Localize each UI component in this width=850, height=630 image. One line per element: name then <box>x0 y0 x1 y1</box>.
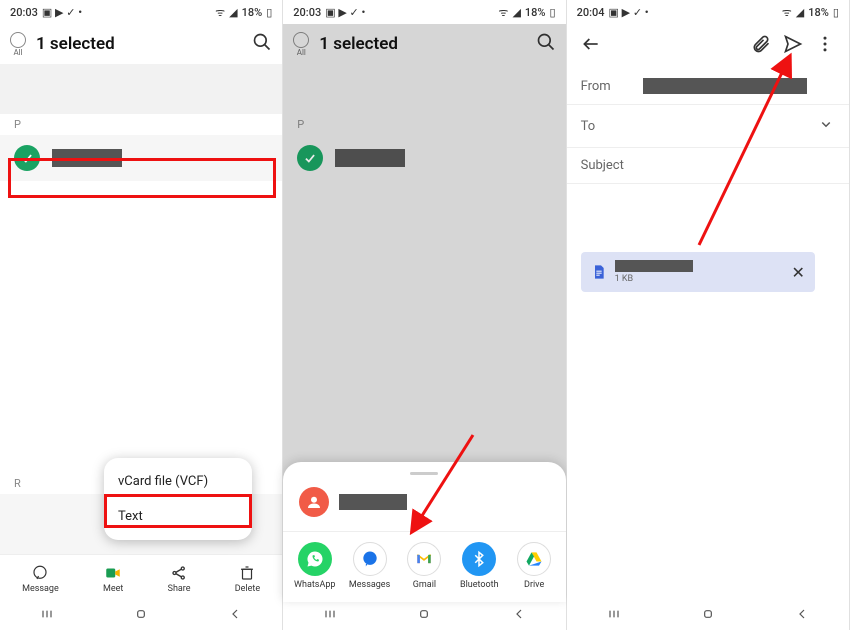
action-meet[interactable]: Meet <box>103 564 123 594</box>
nav-recents[interactable] <box>39 606 55 626</box>
send-icon[interactable] <box>777 28 809 64</box>
system-nav <box>0 602 282 630</box>
search-icon[interactable] <box>252 32 272 56</box>
battery-label: 18% <box>525 6 546 19</box>
compose-body[interactable]: 1 KB ✕ <box>567 184 849 602</box>
status-bar: 20:03 ▣ ▶ ✓ • ᯤ ◢ 18% ▯ <box>283 0 565 24</box>
nav-back[interactable] <box>511 606 527 626</box>
share-sheet: WhatsApp Messages Gmail Bluetooth Drive <box>283 462 565 602</box>
subject-label: Subject <box>581 158 624 173</box>
status-time: 20:04 <box>577 6 605 19</box>
contact-name-redacted <box>52 149 122 167</box>
attachment-size: 1 KB <box>615 274 693 284</box>
screen-gmail-compose: 20:04 ▣ ▶ ✓ • ᯤ ◢ 18% ▯ From To Subject … <box>567 0 850 630</box>
share-format-popup: vCard file (VCF) Text <box>104 458 252 540</box>
system-nav <box>283 602 565 630</box>
compose-toolbar <box>567 24 849 68</box>
share-file-name-redacted <box>339 494 407 510</box>
expand-recipients-icon[interactable] <box>817 115 835 137</box>
to-label: To <box>581 119 631 134</box>
screen-contacts-select: 20:03 ▣ ▶ ✓ • ᯤ ◢ 18% ▯ All 1 selected P… <box>0 0 283 630</box>
bottom-actions: Message Meet Share Delete <box>0 554 282 602</box>
status-icons-left: ▣ ▶ ✓ • <box>325 6 365 19</box>
compose-from-row[interactable]: From <box>567 68 849 105</box>
check-icon <box>297 145 323 171</box>
select-all-button[interactable]: All <box>10 32 26 57</box>
app-header: All 1 selected <box>283 24 565 64</box>
all-label: All <box>13 48 22 57</box>
contact-name-redacted <box>335 149 405 167</box>
battery-label: 18% <box>808 6 829 19</box>
header-spacer <box>0 64 282 114</box>
battery-icon: ▯ <box>833 6 839 19</box>
sheet-handle[interactable] <box>410 472 438 475</box>
all-label: All <box>297 48 306 57</box>
contact-row-selected[interactable] <box>0 135 282 181</box>
compose-subject-row[interactable]: Subject <box>567 148 849 184</box>
attachment-name-redacted <box>615 260 693 272</box>
signal-icon: ◢ <box>229 6 237 19</box>
attachment-card[interactable]: 1 KB ✕ <box>581 252 815 292</box>
nav-recents[interactable] <box>606 606 622 626</box>
wifi-icon: ᯤ <box>498 5 508 20</box>
nav-home[interactable] <box>133 606 149 626</box>
contact-file-icon <box>299 487 329 517</box>
status-time: 20:03 <box>10 6 38 19</box>
status-bar: 20:03 ▣ ▶ ✓ • ᯤ ◢ 18% ▯ <box>0 0 282 24</box>
compose-to-row[interactable]: To <box>567 105 849 148</box>
status-time: 20:03 <box>293 6 321 19</box>
header-spacer <box>283 64 565 114</box>
attachment-meta: 1 KB <box>615 260 693 284</box>
from-label: From <box>581 79 631 94</box>
share-file-header <box>283 483 565 531</box>
wifi-icon: ᯤ <box>782 5 792 20</box>
select-all-button[interactable]: All <box>293 32 309 57</box>
nav-recents[interactable] <box>322 606 338 626</box>
share-app-drive[interactable]: Drive <box>509 542 559 590</box>
wifi-icon: ᯤ <box>215 5 225 20</box>
nav-back[interactable] <box>227 606 243 626</box>
share-app-row: WhatsApp Messages Gmail Bluetooth Drive <box>283 536 565 596</box>
action-share[interactable]: Share <box>168 564 191 594</box>
check-icon <box>14 145 40 171</box>
nav-home[interactable] <box>416 606 432 626</box>
battery-icon: ▯ <box>550 6 556 19</box>
list-area <box>0 181 282 473</box>
battery-icon: ▯ <box>266 6 272 19</box>
selection-count: 1 selected <box>319 34 398 54</box>
signal-icon: ◢ <box>512 6 520 19</box>
popup-item-vcf[interactable]: vCard file (VCF) <box>104 464 252 499</box>
back-icon[interactable] <box>575 28 607 64</box>
share-app-messages[interactable]: Messages <box>345 542 395 590</box>
document-icon <box>591 262 607 282</box>
contact-row-selected[interactable] <box>283 135 565 181</box>
nav-home[interactable] <box>700 606 716 626</box>
status-icons-left: ▣ ▶ ✓ • <box>609 6 649 19</box>
battery-label: 18% <box>242 6 263 19</box>
remove-attachment-icon[interactable]: ✕ <box>791 263 804 282</box>
signal-icon: ◢ <box>796 6 804 19</box>
popup-item-text[interactable]: Text <box>104 499 252 534</box>
share-app-bluetooth[interactable]: Bluetooth <box>454 542 504 590</box>
search-icon[interactable] <box>536 32 556 56</box>
more-icon[interactable] <box>809 28 841 64</box>
screen-share-sheet: 20:03 ▣ ▶ ✓ • ᯤ ◢ 18% ▯ All 1 selected P <box>283 0 566 630</box>
system-nav <box>567 602 849 630</box>
nav-back[interactable] <box>794 606 810 626</box>
action-message[interactable]: Message <box>22 564 59 594</box>
share-app-whatsapp[interactable]: WhatsApp <box>290 542 340 590</box>
section-header-p: P <box>283 114 565 135</box>
section-header-p: P <box>0 114 282 135</box>
selection-count: 1 selected <box>36 34 115 54</box>
app-header: All 1 selected <box>0 24 282 64</box>
share-app-gmail[interactable]: Gmail <box>399 542 449 590</box>
from-value-redacted <box>643 78 807 94</box>
status-bar: 20:04 ▣ ▶ ✓ • ᯤ ◢ 18% ▯ <box>567 0 849 24</box>
attach-icon[interactable] <box>745 28 777 64</box>
action-delete[interactable]: Delete <box>235 564 260 594</box>
status-icons-left: ▣ ▶ ✓ • <box>42 6 82 19</box>
